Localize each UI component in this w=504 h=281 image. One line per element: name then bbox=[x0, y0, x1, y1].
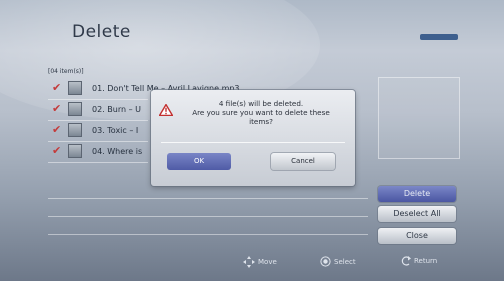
list-item[interactable]: ✔ 02. Burn – U bbox=[52, 101, 141, 117]
deselect-all-button[interactable]: Deselect All bbox=[378, 206, 456, 222]
preview-panel bbox=[378, 77, 460, 159]
item-count: [04 item(s)] bbox=[48, 68, 84, 75]
footer-select: Select bbox=[320, 256, 356, 267]
file-icon bbox=[68, 123, 82, 137]
brand-logo bbox=[420, 34, 458, 40]
check-icon[interactable]: ✔ bbox=[52, 80, 66, 96]
file-icon bbox=[68, 81, 82, 95]
row-divider bbox=[48, 234, 368, 235]
return-icon bbox=[401, 256, 411, 266]
cancel-button[interactable]: Cancel bbox=[271, 153, 335, 170]
delete-button[interactable]: Delete bbox=[378, 186, 456, 202]
row-divider bbox=[48, 99, 148, 100]
footer-move: Move bbox=[243, 256, 277, 268]
footer-select-label: Select bbox=[334, 257, 356, 266]
list-item[interactable]: ✔ 03. Toxic – I bbox=[52, 122, 138, 138]
row-divider bbox=[48, 162, 148, 163]
file-icon bbox=[68, 144, 82, 158]
row-divider bbox=[48, 141, 148, 142]
confirm-dialog: 4 file(s) will be deleted. Are you sure … bbox=[151, 90, 355, 186]
file-name: 02. Burn – U bbox=[92, 104, 141, 114]
dialog-message: 4 file(s) will be deleted. Are you sure … bbox=[181, 99, 341, 126]
footer-return-label: Return bbox=[414, 257, 438, 265]
row-divider bbox=[48, 198, 368, 199]
delete-screen: Delete [04 item(s)] ✔ 01. Don't Tell Me … bbox=[0, 0, 504, 281]
warning-icon bbox=[159, 104, 173, 116]
file-name: 03. Toxic – I bbox=[92, 125, 139, 135]
row-divider bbox=[48, 216, 368, 217]
check-icon[interactable]: ✔ bbox=[52, 101, 66, 117]
row-divider bbox=[48, 120, 148, 121]
footer-return: Return bbox=[399, 256, 437, 266]
file-name: 04. Where is bbox=[92, 146, 143, 156]
close-button[interactable]: Close bbox=[378, 228, 456, 244]
list-item[interactable]: ✔ 04. Where is bbox=[52, 143, 142, 159]
dialog-divider bbox=[161, 142, 345, 143]
dialog-line: items? bbox=[249, 117, 273, 126]
dialog-line: Are you sure you want to delete these bbox=[192, 108, 330, 117]
dialog-line: 4 file(s) will be deleted. bbox=[218, 99, 304, 108]
move-icon bbox=[243, 256, 255, 268]
footer-move-label: Move bbox=[258, 258, 277, 266]
check-icon[interactable]: ✔ bbox=[52, 143, 66, 159]
ok-button[interactable]: OK bbox=[167, 153, 231, 170]
file-icon bbox=[68, 102, 82, 116]
select-icon bbox=[320, 256, 331, 267]
check-icon[interactable]: ✔ bbox=[52, 122, 66, 138]
page-title: Delete bbox=[72, 22, 131, 42]
